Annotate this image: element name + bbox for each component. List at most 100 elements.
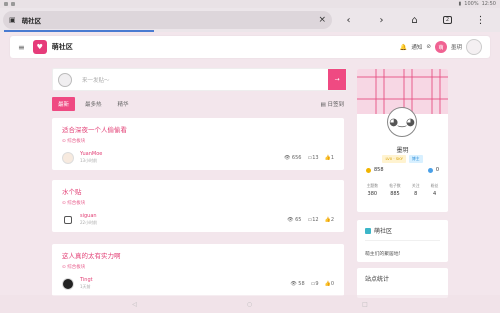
tag-label: 综合板块 xyxy=(67,201,86,206)
views-value: 58 xyxy=(298,281,305,287)
forward-button[interactable]: › xyxy=(365,11,398,29)
post-title[interactable]: 适合深夜一个人偷偷看 xyxy=(62,124,334,134)
user-badge[interactable]: 萌 xyxy=(434,41,447,53)
divider xyxy=(365,240,440,241)
count-posts[interactable]: 帖子数 885 xyxy=(389,183,400,197)
card-title: 萌社区 xyxy=(365,226,440,235)
avatar[interactable] xyxy=(62,151,74,164)
checkin-button[interactable]: ▤ 日签到 xyxy=(321,100,344,108)
count-label: 帖子数 xyxy=(389,183,401,188)
site-name[interactable]: 萌社区 xyxy=(52,42,73,52)
post-title[interactable]: 这人真的太有实力啊 xyxy=(62,250,334,260)
post-time: 13小时前 xyxy=(80,158,98,163)
tab-featured[interactable]: 精华 xyxy=(112,97,135,111)
views-value: 656 xyxy=(291,155,302,161)
post-time: 22小时前 xyxy=(80,220,98,225)
post-title[interactable]: 水个贴 xyxy=(62,186,334,196)
post-meta: YuanMoe 13小时前 xyxy=(62,151,102,164)
post-author[interactable]: siguan xyxy=(80,213,97,219)
post-tag[interactable]: ⊙ 综合板块 xyxy=(62,200,334,206)
post-tag[interactable]: ⊙ 综合板块 xyxy=(62,264,334,270)
likes-count: 👍2 xyxy=(325,217,334,223)
header-user-area: 🔔 通知 ⊘ 萌 墨玥 xyxy=(400,39,482,55)
role-badge: 博主 xyxy=(408,155,423,163)
avatar[interactable]: ◕‿◕ xyxy=(387,107,417,137)
nav-gesture: ◁ xyxy=(132,300,137,308)
tabs-count: 2 xyxy=(442,16,453,24)
community-card: 萌社区 萌主们的聚居地! xyxy=(357,220,448,262)
status-left xyxy=(4,2,15,6)
battery-text: 100% xyxy=(464,1,479,7)
profile-name[interactable]: 墨玥 xyxy=(357,145,448,154)
post-author[interactable]: Tingt xyxy=(80,277,93,283)
count-value: 885 xyxy=(390,191,400,197)
post-card[interactable]: 这人真的太有实力啊 ⊙ 综合板块 Tingt 1天前 👁 58 ▭9 👍0 xyxy=(52,244,344,296)
tab-switcher-button[interactable]: 2 xyxy=(431,11,464,29)
stats-card: 站点统计 xyxy=(357,268,448,298)
comments-value: 9 xyxy=(315,281,319,287)
tag-label: 综合板块 xyxy=(67,139,86,144)
post-tag[interactable]: ⊙ 综合板块 xyxy=(62,138,334,144)
count-label: 主题数 xyxy=(366,183,379,188)
gesture-area: ◁ ○ □ xyxy=(0,295,500,313)
card-subtitle: 萌主们的聚居地! xyxy=(365,252,401,257)
likes-value: 2 xyxy=(330,217,334,223)
calendar-icon: ▤ xyxy=(320,102,326,108)
hamburger-menu-icon[interactable]: ≡ xyxy=(18,43,25,52)
likes-value: 1 xyxy=(330,155,334,161)
site-logo[interactable]: ♥ xyxy=(32,40,47,54)
notification-icon xyxy=(4,2,8,6)
post-time: 1天前 xyxy=(80,284,91,289)
profile-card: ◕‿◕ 墨玥 LV0 · SKY 博主 858 0 主题数 380 帖子数 885 … xyxy=(357,69,448,212)
count-following[interactable]: 关注 8 xyxy=(412,183,420,197)
post-stats: 👁 65 ▭12 👍2 xyxy=(287,217,334,223)
eye-icon: 👁 xyxy=(283,155,291,161)
post-card[interactable]: 水个贴 ⊙ 综合板块 siguan 22小时前 👁 65 ▭12 👍2 xyxy=(52,180,344,232)
avatar[interactable] xyxy=(466,39,482,55)
android-status-bar: ▮ 100% 12:50 xyxy=(0,0,500,8)
post-author[interactable]: YuanMoe xyxy=(80,151,102,157)
post-meta: Tingt 1天前 xyxy=(62,277,93,290)
coin-value: 858 xyxy=(374,167,384,173)
likes-count: 👍1 xyxy=(325,155,334,161)
tag-label: 综合板块 xyxy=(67,265,86,270)
back-button[interactable]: ‹ xyxy=(332,11,365,29)
views-count: 👁 58 xyxy=(290,281,304,287)
comments-value: 12 xyxy=(312,217,319,223)
close-tab-icon[interactable]: × xyxy=(318,15,326,25)
eye-icon: 👁 xyxy=(290,281,297,287)
gem-balance: 0 xyxy=(427,167,439,173)
count-topics[interactable]: 主题数 380 xyxy=(367,183,378,197)
home-button[interactable]: ⌂ xyxy=(398,11,431,29)
composer-input[interactable]: 来一发贴～ xyxy=(82,76,328,84)
level-badge: LV0 · SKY xyxy=(382,155,406,163)
comments-value: 13 xyxy=(312,155,319,161)
post-meta: siguan 22小时前 xyxy=(62,213,97,226)
avatar[interactable] xyxy=(64,215,72,224)
card-title: 站点统计 xyxy=(365,276,390,283)
count-followers[interactable]: 粉丝 4 xyxy=(431,183,439,197)
bell-icon[interactable]: 🔔 xyxy=(400,44,407,51)
checkin-label: 日签到 xyxy=(327,102,344,108)
header-username[interactable]: 墨玥 xyxy=(451,43,462,51)
likes-value: 0 xyxy=(330,281,334,287)
browser-menu-button[interactable]: ⋮ xyxy=(464,11,497,29)
submit-button[interactable]: → xyxy=(328,69,346,90)
gem-value: 0 xyxy=(435,167,439,173)
views-value: 65 xyxy=(295,217,302,223)
profile-badges: LV0 · SKY 博主 xyxy=(357,155,448,163)
post-stats: 👁 58 ▭9 👍0 xyxy=(290,281,334,287)
tab-hot[interactable]: 最多热 xyxy=(79,97,108,111)
coin-balance: 858 xyxy=(366,167,384,173)
post-card[interactable]: 适合深夜一个人偷偷看 ⊙ 综合板块 YuanMoe 13小时前 👁 656 ▭1… xyxy=(52,118,344,170)
comments-count: ▭13 xyxy=(307,155,318,161)
count-label: 粉丝 xyxy=(430,183,439,188)
browser-tab[interactable]: ▣ 萌社区 × xyxy=(3,11,332,29)
notification-link[interactable]: 通知 xyxy=(411,43,422,51)
tab-latest[interactable]: 最新 xyxy=(52,97,76,111)
count-value: 380 xyxy=(367,191,378,197)
avatar[interactable] xyxy=(62,277,74,290)
post-composer: 来一发贴～ → xyxy=(52,68,347,91)
clock: 12:50 xyxy=(481,1,496,7)
at-icon[interactable]: ⊘ xyxy=(426,44,431,50)
